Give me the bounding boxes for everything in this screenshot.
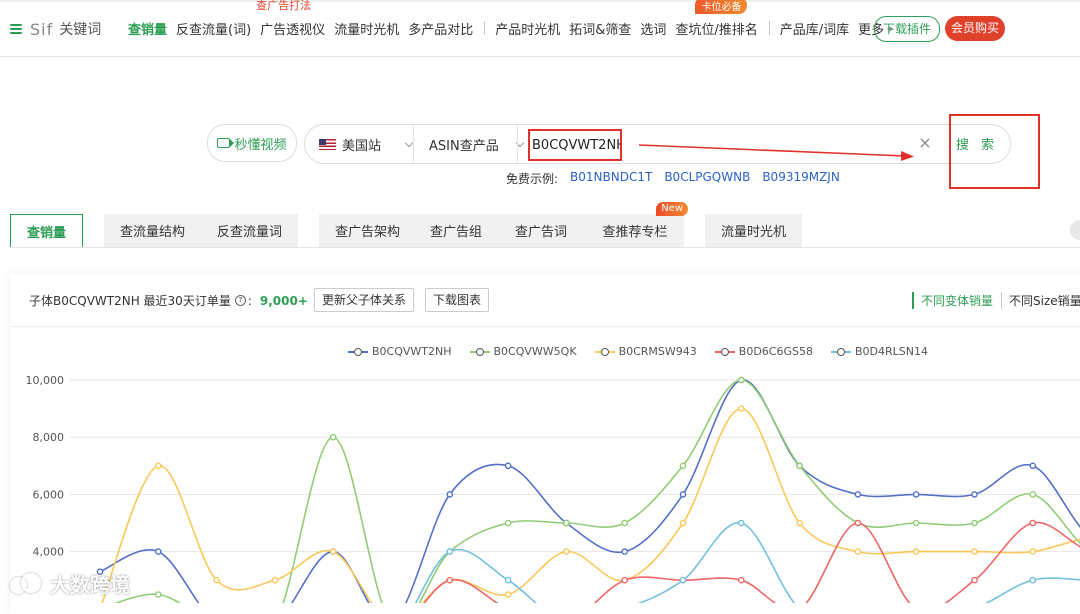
data-point[interactable]: [1029, 462, 1037, 470]
data-point[interactable]: [679, 576, 687, 584]
data-point[interactable]: [446, 491, 454, 498]
data-point[interactable]: [679, 519, 687, 527]
data-point[interactable]: [854, 519, 862, 527]
sales-line-chart: 10,000 8,000 6,000 4,000: [26, 374, 1080, 603]
data-point[interactable]: [563, 548, 570, 555]
data-point[interactable]: [971, 548, 978, 555]
watermark-text: 大数跨境: [50, 573, 130, 597]
data-point[interactable]: [504, 519, 512, 527]
data-point[interactable]: [621, 519, 629, 527]
data-point[interactable]: [446, 576, 454, 584]
data-point[interactable]: [971, 576, 978, 584]
data-point[interactable]: [271, 576, 279, 584]
data-point[interactable]: [738, 519, 745, 527]
data-point[interactable]: [796, 519, 803, 527]
data-point[interactable]: [738, 376, 745, 384]
data-point[interactable]: [679, 462, 687, 470]
y-tick-label: 6,000: [33, 488, 65, 501]
data-point[interactable]: [854, 548, 862, 555]
data-point[interactable]: [213, 576, 220, 584]
data-point[interactable]: [154, 462, 162, 470]
data-point[interactable]: [854, 491, 862, 498]
watermark-logo-icon: [8, 572, 44, 595]
y-tick-label: 4,000: [33, 546, 65, 559]
data-point[interactable]: [504, 591, 512, 598]
data-point[interactable]: [1029, 548, 1037, 555]
data-point[interactable]: [563, 519, 570, 527]
data-point[interactable]: [971, 491, 978, 498]
data-point[interactable]: [154, 591, 162, 598]
data-point[interactable]: [912, 548, 920, 555]
data-point[interactable]: [621, 548, 629, 555]
data-point[interactable]: [329, 548, 337, 555]
y-tick-label: 10,000: [26, 374, 65, 387]
data-point[interactable]: [738, 576, 745, 584]
data-point[interactable]: [738, 405, 745, 412]
data-point[interactable]: [796, 462, 803, 470]
data-point[interactable]: [621, 576, 629, 584]
y-tick-label: 8,000: [33, 431, 65, 444]
data-point[interactable]: [971, 519, 978, 527]
series-line-B0CRMSW943[interactable]: [100, 407, 1080, 603]
data-point[interactable]: [1029, 519, 1037, 527]
data-point[interactable]: [912, 519, 920, 527]
data-point[interactable]: [504, 576, 512, 584]
data-point[interactable]: [679, 491, 687, 498]
data-point[interactable]: [504, 462, 512, 470]
data-point[interactable]: [329, 433, 337, 441]
data-point[interactable]: [1029, 491, 1037, 498]
series-line-B0CQVWW5QK[interactable]: [100, 379, 1080, 603]
data-point[interactable]: [154, 548, 162, 555]
data-point[interactable]: [1029, 576, 1037, 584]
watermark: 大数跨境: [8, 569, 130, 598]
series-line-B0CQVWT2NH[interactable]: [99, 379, 1080, 603]
data-point[interactable]: [446, 548, 454, 555]
data-point[interactable]: [912, 491, 920, 498]
